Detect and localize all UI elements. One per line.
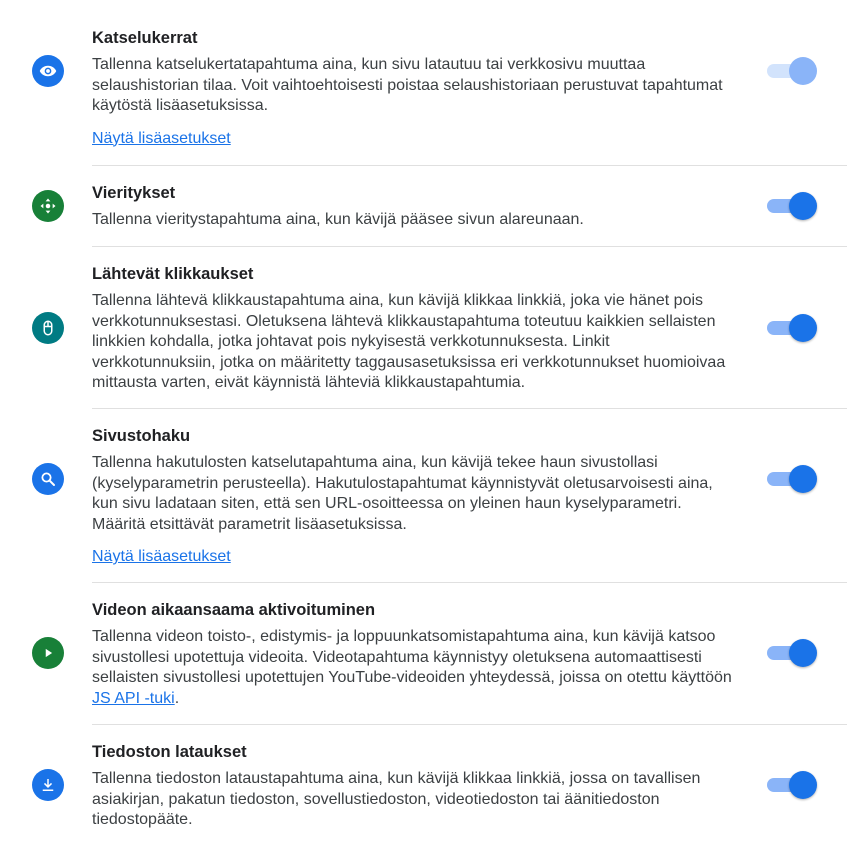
- video-engagement-toggle[interactable]: [767, 639, 817, 667]
- play-icon: [32, 637, 64, 669]
- toggle-knob: [789, 639, 817, 667]
- setting-title: Videon aikaansaama aktivoituminen: [92, 601, 376, 619]
- show-advanced-settings-link[interactable]: Näytä lisäasetukset: [92, 130, 231, 148]
- setting-row-scrolls: Vieritykset Tallenna vieritystapahtuma a…: [32, 165, 847, 246]
- setting-description: Tallenna hakutulosten katselutapahtuma a…: [92, 454, 713, 533]
- setting-row-video-engagement: Videon aikaansaama aktivoituminen Tallen…: [32, 582, 847, 724]
- file-downloads-toggle[interactable]: [767, 771, 817, 799]
- toggle-knob: [789, 192, 817, 220]
- setting-description: Tallenna lähtevä klikkaustapahtuma aina,…: [92, 292, 726, 391]
- toggle-knob: [789, 314, 817, 342]
- download-icon: [32, 769, 64, 801]
- description-text: Tallenna videon toisto-, edistymis- ja l…: [92, 628, 732, 686]
- scroll-arrows-icon: [32, 190, 64, 222]
- toggle-knob: [789, 465, 817, 493]
- eye-icon: [32, 55, 64, 87]
- toggle-knob: [789, 771, 817, 799]
- description-text-end: .: [174, 689, 180, 707]
- setting-row-file-downloads: Tiedoston lataukset Tallenna tiedoston l…: [32, 724, 847, 841]
- setting-title: Tiedoston lataukset: [92, 743, 247, 761]
- setting-description: Tallenna vieritystapahtuma aina, kun käv…: [92, 211, 584, 228]
- setting-row-outbound-clicks: Lähtevät klikkaukset Tallenna lähtevä kl…: [32, 246, 847, 408]
- js-api-support-link[interactable]: JS API -tuki: [92, 690, 175, 707]
- scrolls-toggle[interactable]: [767, 192, 817, 220]
- show-advanced-settings-link[interactable]: Näytä lisäasetukset: [92, 548, 231, 566]
- enhanced-measurement-list: Katselukerrat Tallenna katselukertatapah…: [0, 0, 847, 841]
- toggle-knob: [789, 57, 817, 85]
- setting-title: Sivustohaku: [92, 427, 191, 445]
- page-views-toggle[interactable]: [767, 57, 817, 85]
- site-search-toggle[interactable]: [767, 465, 817, 493]
- setting-description: Tallenna katselukertatapahtuma aina, kun…: [92, 56, 723, 114]
- setting-description: Tallenna tiedoston lataustapahtuma aina,…: [92, 770, 701, 828]
- setting-title: Katselukerrat: [92, 29, 198, 47]
- setting-title: Lähtevät klikkaukset: [92, 265, 254, 283]
- setting-description: Tallenna videon toisto-, edistymis- ja l…: [92, 627, 737, 709]
- mouse-icon: [32, 312, 64, 344]
- setting-title: Vieritykset: [92, 184, 176, 202]
- search-icon: [32, 463, 64, 495]
- setting-row-page-views: Katselukerrat Tallenna katselukertatapah…: [0, 0, 847, 165]
- setting-row-site-search: Sivustohaku Tallenna hakutulosten katsel…: [32, 408, 847, 582]
- outbound-clicks-toggle[interactable]: [767, 314, 817, 342]
